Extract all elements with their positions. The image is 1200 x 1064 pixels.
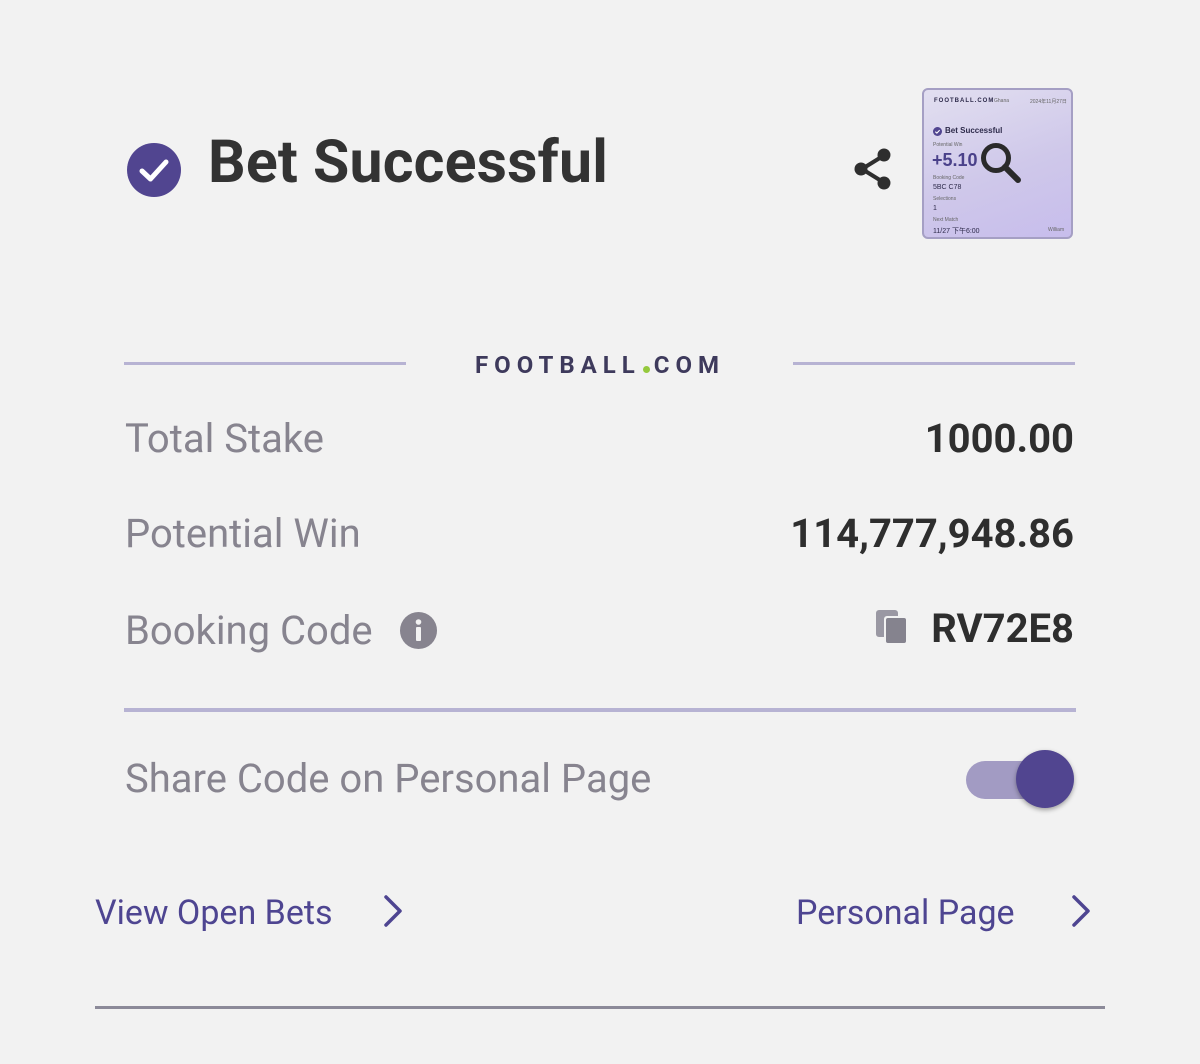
thumbnail-selections-value: 1 [933,205,937,212]
toggle-knob [1016,750,1074,808]
divider-left [124,362,406,365]
thumbnail-check-icon [933,127,942,136]
brand-logo: FOOTBALL COM [412,350,788,380]
thumbnail-username: William [1048,227,1065,233]
total-stake-value: 1000.00 [924,415,1074,462]
share-code-toggle[interactable] [966,750,1078,810]
check-circle-icon [127,143,181,197]
divider-right [793,362,1075,365]
thumbnail-booking-code-value: 5BC C78 [933,184,962,191]
share-icon[interactable] [850,146,896,192]
brand-logo-right: COM [653,351,726,379]
brand-dot [642,366,650,373]
thumbnail-brand: FOOTBALL.COM [934,98,995,104]
thumbnail-next-match-label: Next Match [933,217,959,223]
copy-icon[interactable] [874,608,910,646]
chevron-right-icon[interactable] [1068,893,1094,929]
view-open-bets-link[interactable]: View Open Bets [95,892,333,934]
bet-slip-thumbnail[interactable]: FOOTBALL.COM Ghana 2024年11月27日 Bet Succe… [922,88,1073,239]
potential-win-value: 114,777,948.86 [790,510,1074,557]
thumbnail-date: 2024年11月27日 [1030,99,1067,105]
magnifier-icon[interactable] [978,140,1024,186]
thumbnail-potential-win-value: +5.10 [932,150,978,170]
personal-page-link[interactable]: Personal Page [796,892,1015,934]
total-stake-label: Total Stake [125,415,324,462]
thumbnail-title: Bet Successful [945,126,1003,135]
page-title: Bet Successful [208,128,609,197]
info-icon[interactable] [400,612,437,649]
thumbnail-potential-win-label: Potential Win [933,142,963,148]
thumbnail-selections-label: Selections [933,196,957,202]
brand-logo-left: FOOTBALL [474,351,641,379]
bottom-divider [95,1006,1105,1009]
booking-code-value[interactable]: RV72E8 [931,605,1074,653]
potential-win-label: Potential Win [125,510,361,557]
thumbnail-country: Ghana [994,98,1010,104]
divider [124,708,1076,712]
booking-code-label: Booking Code [125,607,373,654]
thumbnail-next-match-value: 11/27 下午6:00 [933,228,980,235]
chevron-right-icon[interactable] [380,893,406,929]
thumbnail-booking-code-label: Booking Code [933,175,965,181]
share-code-label: Share Code on Personal Page [125,755,652,802]
